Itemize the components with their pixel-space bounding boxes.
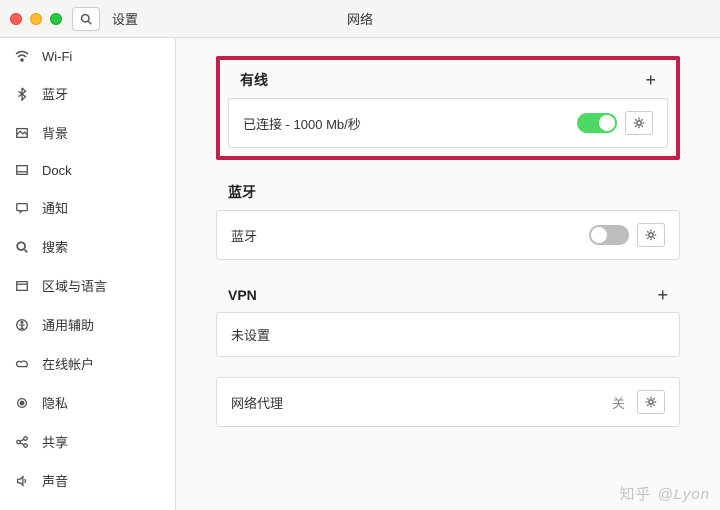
proxy-label: 网络代理 <box>231 393 283 412</box>
wired-section-head: 有线 + <box>228 64 668 98</box>
sidebar-item-bluetooth[interactable]: 蓝牙 <box>0 74 175 113</box>
wired-status-text: 已连接 - 1000 Mb/秒 <box>243 114 361 133</box>
vpn-row: 未设置 <box>216 312 680 357</box>
share-icon <box>14 434 30 450</box>
sidebar-item-online-accounts[interactable]: 在线帐户 <box>0 344 175 383</box>
notification-icon <box>14 200 30 216</box>
sidebar-item-label: 搜索 <box>42 237 68 256</box>
gear-icon <box>644 395 658 409</box>
wired-toggle[interactable] <box>577 113 617 133</box>
wired-settings-button[interactable] <box>625 111 653 135</box>
proxy-row: 网络代理 关 <box>216 377 680 427</box>
cloud-icon <box>14 356 30 372</box>
sidebar-item-privacy[interactable]: 隐私 <box>0 383 175 422</box>
sidebar-item-background[interactable]: 背景 <box>0 113 175 152</box>
minimize-window-button[interactable] <box>30 13 42 25</box>
wifi-icon <box>14 48 30 64</box>
search-icon <box>80 13 92 25</box>
sidebar-item-region-language[interactable]: 区域与语言 <box>0 266 175 305</box>
bluetooth-heading: 蓝牙 <box>228 182 256 202</box>
sidebar-item-notifications[interactable]: 通知 <box>0 188 175 227</box>
sidebar-item-label: 通知 <box>42 198 68 217</box>
maximize-window-button[interactable] <box>50 13 62 25</box>
sidebar-item-label: 区域与语言 <box>42 276 107 295</box>
sidebar-item-sharing[interactable]: 共享 <box>0 422 175 461</box>
sidebar-item-accessibility[interactable]: 通用辅助 <box>0 305 175 344</box>
proxy-state-text: 关 <box>612 393 625 412</box>
window-title: 网络 <box>347 9 373 28</box>
sidebar-item-power[interactable]: 电源 <box>0 500 175 510</box>
vpn-status-text: 未设置 <box>231 325 270 344</box>
sidebar-item-label: 通用辅助 <box>42 315 94 334</box>
sidebar-item-search[interactable]: 搜索 <box>0 227 175 266</box>
proxy-settings-button[interactable] <box>637 390 665 414</box>
sidebar-item-label: 蓝牙 <box>42 84 68 103</box>
sidebar-item-wifi[interactable]: Wi-Fi <box>0 38 175 74</box>
search-icon <box>14 239 30 255</box>
sidebar-item-label: 在线帐户 <box>42 354 94 373</box>
dock-icon <box>14 162 30 178</box>
gear-icon <box>632 116 646 130</box>
gear-icon <box>644 228 658 242</box>
sidebar-item-label: Dock <box>42 163 72 178</box>
sidebar-item-label: Wi-Fi <box>42 49 72 64</box>
sidebar-item-label: 背景 <box>42 123 68 142</box>
sidebar: Wi-Fi 蓝牙 背景 Dock 通知 搜索 区域与语言 通用辅助 <box>0 38 176 510</box>
accessibility-icon <box>14 317 30 333</box>
background-icon <box>14 125 30 141</box>
wired-connection-row: 已连接 - 1000 Mb/秒 <box>228 98 668 148</box>
sidebar-item-label: 隐私 <box>42 393 68 412</box>
wired-heading: 有线 <box>240 70 268 90</box>
search-button[interactable] <box>72 7 100 31</box>
main-panel: 有线 + 已连接 - 1000 Mb/秒 蓝牙 蓝牙 <box>176 38 720 510</box>
vpn-heading: VPN <box>228 287 257 303</box>
bluetooth-section: 蓝牙 蓝牙 <box>216 176 680 260</box>
settings-label: 设置 <box>112 9 138 28</box>
sidebar-item-label: 共享 <box>42 432 68 451</box>
window-controls <box>10 13 62 25</box>
privacy-icon <box>14 395 30 411</box>
sidebar-item-label: 声音 <box>42 471 68 490</box>
sidebar-item-sound[interactable]: 声音 <box>0 461 175 500</box>
sound-icon <box>14 473 30 489</box>
sidebar-item-dock[interactable]: Dock <box>0 152 175 188</box>
bluetooth-settings-button[interactable] <box>637 223 665 247</box>
wired-section-highlight: 有线 + 已连接 - 1000 Mb/秒 <box>216 56 680 160</box>
close-window-button[interactable] <box>10 13 22 25</box>
vpn-section-head: VPN + <box>216 280 680 312</box>
bluetooth-row: 蓝牙 <box>216 210 680 260</box>
proxy-section: 网络代理 关 <box>216 377 680 427</box>
bluetooth-section-head: 蓝牙 <box>216 176 680 210</box>
bluetooth-toggle[interactable] <box>589 225 629 245</box>
add-vpn-button[interactable]: + <box>657 286 668 304</box>
bluetooth-icon <box>14 86 30 102</box>
titlebar: 设置 网络 <box>0 0 720 38</box>
bluetooth-label: 蓝牙 <box>231 226 257 245</box>
vpn-section: VPN + 未设置 <box>216 280 680 357</box>
region-icon <box>14 278 30 294</box>
add-wired-button[interactable]: + <box>645 71 656 89</box>
